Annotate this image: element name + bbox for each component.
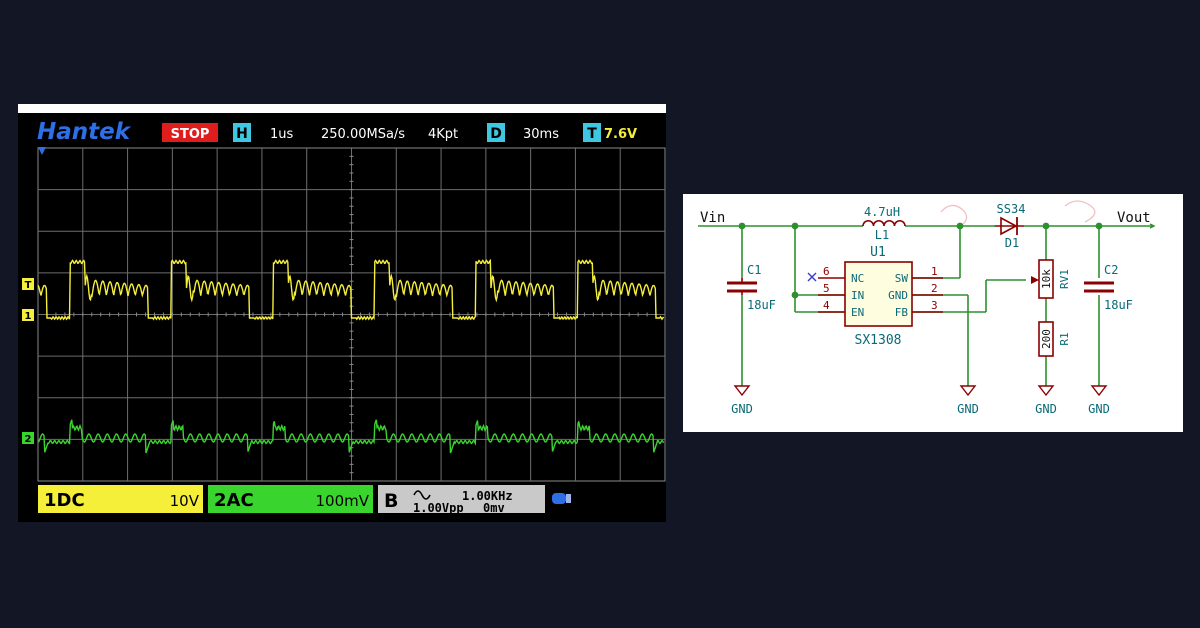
capacitor-c1 xyxy=(727,278,757,295)
ic-ref: U1 xyxy=(870,245,886,260)
ch1-coupling-label: 1DC xyxy=(44,490,85,511)
ic-pin-number: 4 xyxy=(823,299,830,312)
ic-pin-name: GND xyxy=(888,289,908,302)
ic-pin-name: SW xyxy=(895,272,909,285)
ch2-marker-label: 2 xyxy=(25,434,32,445)
rv1-ref: RV1 xyxy=(1058,269,1071,289)
ic-pin-number: 3 xyxy=(931,299,938,312)
no-connect-icon xyxy=(807,272,817,282)
diode-ref: D1 xyxy=(1005,236,1019,250)
ch1-waveform xyxy=(37,258,665,321)
ground-icon xyxy=(733,385,751,397)
gnd-label-r1: GND xyxy=(1035,402,1057,416)
status-label: STOP xyxy=(171,127,210,142)
boost-converter-schematic: 4.7uH L1 SS34 D1 Vin Vout C1 18uF C2 18u… xyxy=(683,194,1183,432)
ic-pin-name: IN xyxy=(851,289,864,302)
usb-icon xyxy=(552,493,571,504)
generator-amplitude: 1.00Vpp xyxy=(413,501,464,515)
inductor-l1 xyxy=(862,220,906,227)
sample-rate-value: 250.00MSa/s xyxy=(321,127,405,142)
diode-part: SS34 xyxy=(997,202,1026,216)
gnd-label-ic: GND xyxy=(957,402,979,416)
r1-value: 200 xyxy=(1040,329,1053,349)
ground-symbols xyxy=(733,385,1108,397)
ic-pin-number: 1 xyxy=(931,265,938,278)
trigger-icon-label: T xyxy=(587,126,597,142)
r1-ref: R1 xyxy=(1058,332,1071,345)
ch1-marker-label: 1 xyxy=(25,311,32,322)
gnd-label-c1: GND xyxy=(731,402,753,416)
c1-value: 18uF xyxy=(747,298,776,312)
oscilloscope-screen: Hantek STOP H 1us 250.00MSa/s 4Kpt D 30m… xyxy=(18,113,666,522)
inductor-value: 4.7uH xyxy=(864,205,900,219)
ic-pin-number: 5 xyxy=(823,282,830,295)
generator-channel-label: B xyxy=(384,490,398,512)
trigger-level-value: 7.6V xyxy=(604,127,637,142)
brand-logo: Hantek xyxy=(37,119,132,145)
horizontal-icon-label: H xyxy=(236,126,248,142)
ground-icon xyxy=(1037,385,1055,397)
rv1-value: 10k xyxy=(1040,269,1053,289)
diode-d1 xyxy=(995,216,1024,236)
inductor-ref: L1 xyxy=(875,228,889,242)
ic-pin-name: EN xyxy=(851,306,864,319)
generator-offset: 0mv xyxy=(483,501,505,515)
ic-pin-number: 6 xyxy=(823,265,830,278)
gnd-label-c2: GND xyxy=(1088,402,1110,416)
trigger-marker-label: T xyxy=(25,280,32,291)
oscilloscope-screenshot: Hantek STOP H 1us 250.00MSa/s 4Kpt D 30m… xyxy=(18,104,666,522)
ground-icon xyxy=(1090,385,1108,397)
ground-icon xyxy=(959,385,977,397)
ic-pin-name: FB xyxy=(895,306,909,319)
schematic-drawing: 4.7uH L1 SS34 D1 Vin Vout C1 18uF C2 18u… xyxy=(698,200,1156,416)
ic-pin-number: 2 xyxy=(931,282,938,295)
ch2-scale-value: 100mV xyxy=(315,492,369,510)
ic-pin-name: NC xyxy=(851,272,864,285)
c1-ref: C1 xyxy=(747,263,761,277)
delay-icon-label: D xyxy=(490,126,502,142)
ic-name: SX1308 xyxy=(855,333,902,348)
ch2-coupling-label: 2AC xyxy=(214,490,254,511)
decorative-scribble xyxy=(940,204,968,227)
vin-label: Vin xyxy=(700,210,725,226)
timebase-value: 1us xyxy=(270,127,294,142)
c2-value: 18uF xyxy=(1104,298,1133,312)
decorative-scribble xyxy=(1064,200,1096,223)
delay-value: 30ms xyxy=(523,127,559,142)
trigger-position-icon xyxy=(38,147,46,155)
memory-depth-value: 4Kpt xyxy=(428,127,458,142)
vout-label: Vout xyxy=(1117,210,1151,226)
ch1-scale-value: 10V xyxy=(170,492,200,510)
oscilloscope-display: Hantek STOP H 1us 250.00MSa/s 4Kpt D 30m… xyxy=(22,119,666,515)
c2-ref: C2 xyxy=(1104,263,1118,277)
wiper-arrow-icon xyxy=(1031,276,1039,284)
ch2-waveform xyxy=(37,419,665,454)
capacitor-c2 xyxy=(1084,281,1114,293)
